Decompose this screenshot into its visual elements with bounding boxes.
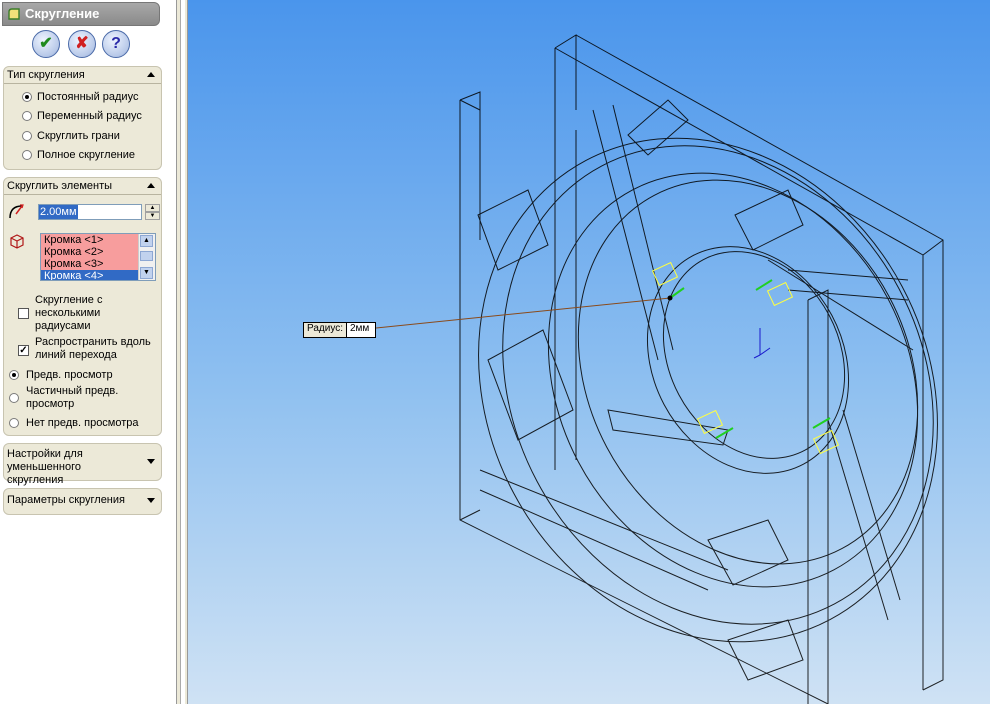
panel-title: Скругление	[25, 6, 100, 21]
edges-list-scrollbar[interactable]: ▲ ▼	[138, 234, 155, 280]
multi-radius-checkbox[interactable]	[18, 308, 29, 319]
cancel-button[interactable]: ✘	[68, 30, 96, 58]
callout-value[interactable]: 2мм	[347, 323, 375, 337]
collapse-icon	[147, 183, 155, 188]
callout-label: Радиус:	[304, 323, 347, 337]
radius-spin-down[interactable]: ▼	[145, 212, 160, 220]
help-button[interactable]: ?	[102, 30, 130, 58]
fillet-options-header[interactable]: Параметры скругления	[4, 489, 161, 514]
list-item[interactable]: Кромка <1>	[41, 234, 140, 246]
property-manager-title: Скругление	[2, 2, 160, 26]
expand-icon	[147, 498, 155, 503]
radio-face-fillet[interactable]	[22, 131, 32, 141]
cancel-icon: ✘	[75, 35, 89, 52]
list-item[interactable]: Кромка <3>	[41, 258, 140, 270]
option-constant-radius: Постоянный радиус	[37, 91, 139, 103]
radio-full-round[interactable]	[22, 150, 32, 160]
graphics-viewport[interactable]: Радиус: 2мм	[188, 0, 990, 704]
radius-input[interactable]: 2.00мм	[38, 204, 142, 220]
radio-constant-radius[interactable]	[22, 92, 32, 102]
list-item[interactable]: Кромка <2>	[41, 246, 140, 258]
radio-no-preview[interactable]	[9, 418, 19, 428]
fillet-type-header[interactable]: Тип скругления	[4, 67, 161, 84]
radio-variable-radius[interactable]	[22, 111, 32, 121]
radius-icon	[9, 204, 24, 219]
ok-icon: ✔	[39, 35, 53, 52]
option-partial-preview: Частичный предв. просмотр	[26, 385, 119, 410]
option-face-fillet: Скруглить грани	[37, 130, 120, 142]
edge-selection-icon	[10, 234, 24, 249]
collapse-icon	[147, 72, 155, 77]
help-icon: ?	[111, 35, 121, 52]
radio-full-preview[interactable]	[9, 370, 19, 380]
option-no-preview: Нет предв. просмотра	[26, 417, 139, 429]
radio-partial-preview[interactable]	[9, 393, 19, 403]
expand-icon	[147, 459, 155, 464]
fillet-type-group: Тип скругления Постоянный радиус Перемен…	[3, 66, 162, 170]
radius-spin-up[interactable]: ▲	[145, 204, 160, 212]
fillet-items-header[interactable]: Скруглить элементы	[4, 178, 161, 195]
panel-splitter[interactable]	[176, 0, 188, 704]
fillet-feature-icon	[8, 8, 20, 20]
edges-list[interactable]: Кромка <1> Кромка <2> Кромка <3> Кромка …	[40, 233, 156, 281]
property-manager: Скругление ✔ ✘ ? Тип скругления Постоянн…	[0, 0, 168, 704]
scroll-thumb[interactable]	[140, 251, 153, 261]
multi-radius-label: Скругление с несколькими радиусами	[35, 294, 103, 332]
setback-header[interactable]: Настройки для уменьшенного скругления	[4, 444, 137, 486]
scroll-up-icon[interactable]: ▲	[140, 235, 153, 247]
option-variable-radius: Переменный радиус	[37, 110, 142, 122]
fillet-options-group[interactable]: Параметры скругления	[3, 488, 162, 515]
scroll-down-icon[interactable]: ▼	[140, 267, 153, 279]
list-item[interactable]: Кромка <4>	[41, 270, 140, 280]
radius-callout[interactable]: Радиус: 2мм	[303, 322, 376, 338]
option-full-preview: Предв. просмотр	[26, 369, 113, 381]
option-full-round: Полное скругление	[37, 149, 136, 161]
wireframe-model	[375, 34, 944, 704]
ok-button[interactable]: ✔	[32, 30, 60, 58]
propagate-checkbox[interactable]: ✓	[18, 345, 29, 356]
setback-group[interactable]: Настройки для уменьшенного скругления	[3, 443, 162, 486]
fillet-items-group: Скруглить элементы 2.00мм ▲ ▼ Кромка <1>…	[3, 177, 162, 436]
propagate-label: Распространить вдоль линий перехода	[35, 336, 151, 361]
